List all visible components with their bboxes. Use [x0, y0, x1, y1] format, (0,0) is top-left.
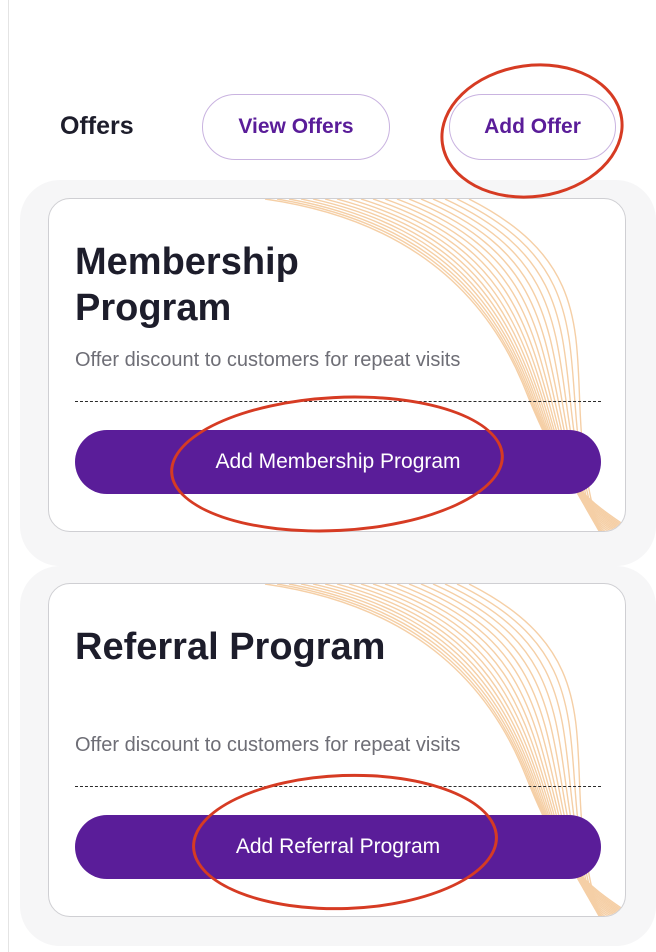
dashed-divider: [75, 786, 601, 787]
page-title: Offers: [60, 112, 134, 140]
add-offer-button[interactable]: Add Offer: [449, 94, 616, 160]
add-membership-program-button[interactable]: Add Membership Program: [75, 430, 601, 494]
membership-program-card: Membership Program Offer discount to cus…: [48, 198, 626, 532]
card-title: Membership Program: [75, 241, 299, 329]
card-description: Offer discount to customers for repeat v…: [75, 734, 461, 756]
offers-page: Offers View Offers Add Offer Membership …: [0, 0, 656, 952]
view-offers-button[interactable]: View Offers: [202, 94, 390, 160]
left-divider: [8, 0, 9, 952]
add-referral-program-button[interactable]: Add Referral Program: [75, 815, 601, 879]
card-title: Referral Program: [75, 626, 386, 668]
card-description: Offer discount to customers for repeat v…: [75, 349, 461, 371]
dashed-divider: [75, 401, 601, 402]
referral-program-card: Referral Program Offer discount to custo…: [48, 583, 626, 917]
